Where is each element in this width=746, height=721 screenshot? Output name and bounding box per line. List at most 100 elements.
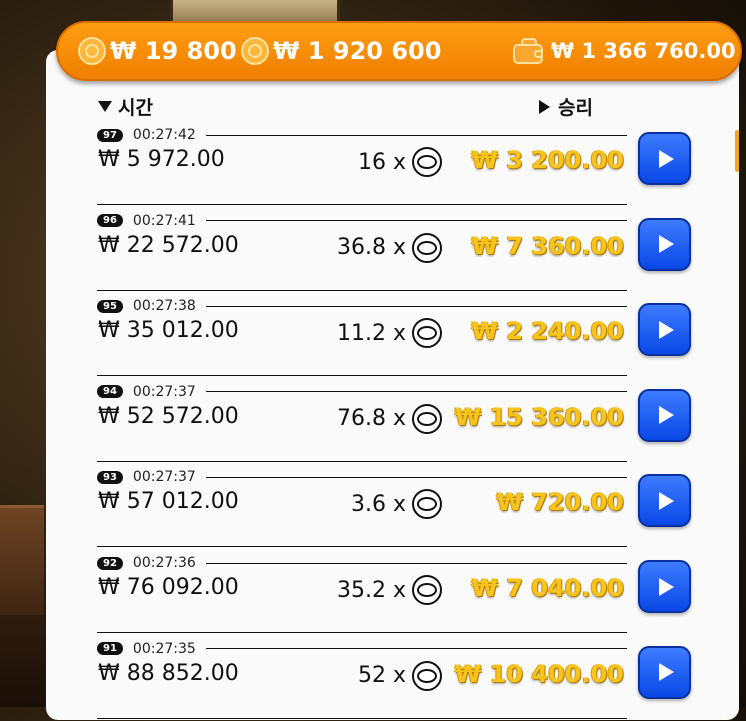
background-crate — [0, 505, 44, 618]
divider — [97, 375, 627, 377]
round-time: 00:27:37 — [132, 469, 196, 486]
time-column-header[interactable]: 시간 — [98, 93, 153, 120]
win-column-label: 승리 — [558, 97, 593, 119]
scrollbar[interactable] — [735, 130, 739, 172]
row-meta: 96 00:27:41 — [97, 213, 627, 229]
multiplier-value: 36.8 x — [337, 235, 406, 261]
divider — [97, 546, 627, 548]
play-icon — [659, 320, 674, 339]
coin-total: ₩ 1 920 600 — [241, 23, 441, 79]
history-row: 97 00:27:42 ₩ 5 972.00 16 x ₩ 3 200.00 — [97, 127, 697, 207]
replay-button[interactable] — [638, 217, 691, 271]
divider — [205, 648, 627, 650]
wallet-icon — [513, 38, 543, 64]
divider — [205, 476, 627, 478]
win-amount: ₩ 7 360.00 — [471, 231, 625, 260]
play-icon — [659, 406, 674, 425]
round-time: 00:27:37 — [132, 383, 196, 400]
coin-icon — [241, 37, 269, 65]
bet-amount: ₩ 57 012.00 — [98, 489, 239, 515]
replay-button[interactable] — [638, 560, 691, 613]
wallet-balance-value: ₩ 1 366 760.00 — [551, 39, 736, 63]
background-shadow — [0, 615, 44, 707]
multiplier: 36.8 x — [337, 232, 442, 263]
win-amount: ₩ 3 200.00 — [471, 146, 625, 174]
divider — [97, 289, 627, 291]
wallet-balance: ₩ 1 366 760.00 — [513, 23, 736, 79]
coin-icon — [412, 147, 442, 177]
round-time: 00:27:42 — [132, 127, 196, 143]
multiplier: 16 x — [358, 147, 442, 177]
win-amount: ₩ 2 240.00 — [471, 317, 625, 346]
replay-button[interactable] — [638, 132, 691, 185]
coin-icon — [412, 403, 442, 434]
play-icon — [659, 149, 674, 168]
sort-right-icon — [539, 99, 550, 114]
round-time: 00:27:36 — [132, 555, 196, 571]
divider — [205, 134, 627, 136]
multiplier-value: 76.8 x — [337, 406, 406, 432]
coin-icon — [412, 318, 442, 349]
divider — [97, 632, 627, 633]
multiplier-value: 52 x — [357, 663, 406, 689]
coin-icon — [412, 575, 442, 605]
row-meta: 95 00:27:38 — [97, 298, 627, 314]
divider — [97, 204, 627, 205]
replay-button[interactable] — [638, 645, 691, 699]
win-amount: ₩ 720.00 — [496, 488, 624, 517]
divider — [97, 460, 627, 462]
multiplier-value: 35.2 x — [337, 577, 406, 603]
win-column-header[interactable]: 승리 — [539, 93, 593, 120]
coin-balance-value: ₩ 19 800 — [110, 37, 237, 65]
play-icon — [659, 577, 674, 596]
history-row: 94 00:27:37 ₩ 52 572.00 76.8 x ₩ 15 360.… — [97, 384, 697, 464]
row-meta: 93 00:27:37 — [97, 469, 627, 485]
row-meta: 92 00:27:36 — [97, 555, 627, 571]
multiplier: 11.2 x — [337, 318, 442, 349]
bet-amount: ₩ 52 572.00 — [98, 403, 239, 429]
multiplier: 3.6 x — [351, 489, 442, 520]
history-row: 95 00:27:38 ₩ 35 012.00 11.2 x ₩ 2 240.0… — [97, 298, 697, 378]
multiplier: 35.2 x — [337, 575, 442, 605]
round-time: 00:27:41 — [132, 212, 196, 229]
round-badge: 92 — [97, 556, 123, 570]
divider — [205, 562, 627, 564]
divider — [97, 717, 627, 719]
coin-total-value: ₩ 1 920 600 — [273, 37, 442, 65]
bet-amount: ₩ 35 012.00 — [98, 318, 239, 344]
round-badge: 93 — [97, 470, 123, 484]
round-badge: 94 — [97, 385, 123, 399]
row-meta: 91 00:27:35 — [97, 641, 627, 657]
multiplier: 52 x — [357, 660, 442, 691]
row-meta: 97 00:27:42 — [97, 127, 627, 143]
balance-header: ₩ 19 800 ₩ 1 920 600 ₩ 1 366 760.00 — [56, 21, 742, 81]
win-amount: ₩ 10 400.00 — [454, 659, 624, 688]
multiplier-value: 11.2 x — [337, 320, 406, 346]
coin-icon — [412, 232, 442, 263]
round-badge: 95 — [97, 299, 123, 313]
history-row: 96 00:27:41 ₩ 22 572.00 36.8 x ₩ 7 360.0… — [97, 213, 697, 293]
replay-button[interactable] — [638, 474, 691, 528]
history-row: 92 00:27:36 ₩ 76 092.00 35.2 x ₩ 7 040.0… — [97, 555, 697, 635]
time-column-label: 시간 — [118, 97, 153, 119]
multiplier-value: 3.6 x — [351, 491, 406, 517]
round-badge: 97 — [97, 128, 123, 142]
coin-icon — [412, 489, 442, 520]
sort-down-icon — [98, 101, 112, 112]
play-icon — [659, 491, 674, 510]
replay-button[interactable] — [638, 303, 691, 357]
bet-amount: ₩ 76 092.00 — [98, 575, 239, 600]
round-badge: 91 — [97, 642, 123, 656]
play-icon — [659, 235, 674, 254]
divider — [205, 305, 627, 307]
divider — [205, 391, 627, 393]
win-amount: ₩ 7 040.00 — [471, 574, 625, 602]
history-row: 91 00:27:35 ₩ 88 852.00 52 x ₩ 10 400.00 — [97, 641, 697, 721]
coin-icon — [78, 37, 106, 65]
round-badge: 96 — [97, 214, 123, 228]
bet-amount: ₩ 88 852.00 — [98, 660, 239, 686]
replay-button[interactable] — [638, 388, 691, 442]
coin-icon — [412, 660, 442, 691]
round-time: 00:27:38 — [132, 298, 196, 315]
coin-balance: ₩ 19 800 — [78, 23, 237, 79]
